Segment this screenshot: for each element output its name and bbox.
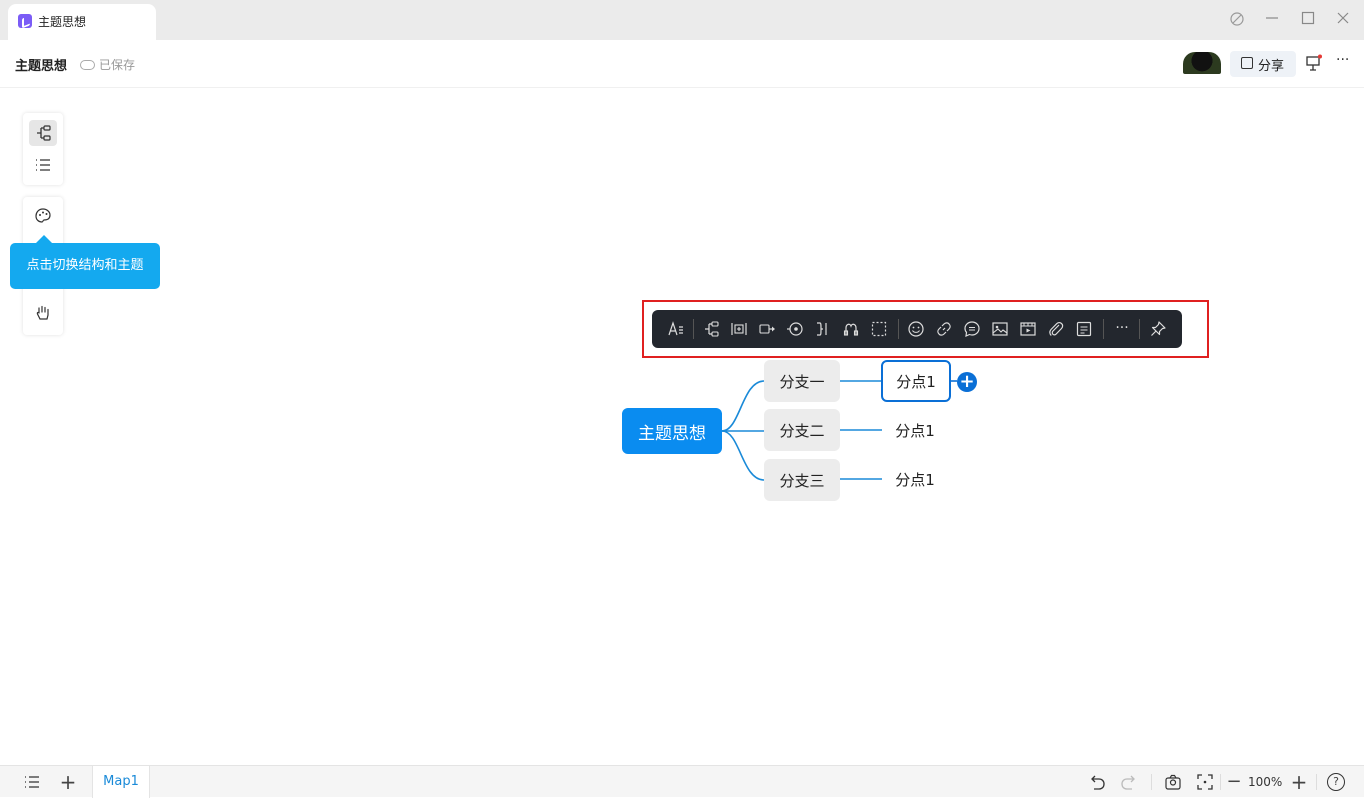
comment-icon[interactable]: [961, 318, 983, 340]
add-sibling-topic-icon[interactable]: [728, 318, 750, 340]
fit-screen-icon[interactable]: [1196, 773, 1214, 791]
emoji-icon[interactable]: [905, 318, 927, 340]
more-tools-button[interactable]: ···: [1111, 318, 1133, 340]
branch-topic-1[interactable]: 分支一: [764, 360, 840, 402]
pin-icon[interactable]: [1147, 318, 1169, 340]
sheet-tab-map1[interactable]: Map1: [92, 766, 150, 798]
subtopic-3[interactable]: 分点1: [880, 458, 950, 500]
zoom-out-button[interactable]: −: [1225, 773, 1243, 791]
subtopic-2[interactable]: 分点1: [880, 409, 950, 451]
list-icon: [25, 776, 39, 788]
add-subtopic-icon[interactable]: [700, 318, 722, 340]
node-format-toolbar: ···: [652, 310, 1182, 348]
sheet-list-button[interactable]: [23, 773, 41, 791]
subtopic-1-selected[interactable]: 分点1: [881, 360, 951, 402]
boundary-icon[interactable]: [868, 318, 890, 340]
redo-icon[interactable]: [1120, 773, 1138, 791]
add-sheet-button[interactable]: +: [59, 772, 77, 792]
add-child-topic-icon[interactable]: [756, 318, 778, 340]
bottom-bar: + Map1 − 100% + ?: [0, 765, 1364, 798]
attachment-icon[interactable]: [1045, 318, 1067, 340]
branch-topic-2[interactable]: 分支二: [764, 409, 840, 451]
locate-center-icon[interactable]: [1164, 773, 1182, 791]
root-topic[interactable]: 主题思想: [622, 408, 722, 454]
floating-topic-icon[interactable]: [784, 318, 806, 340]
summary-icon[interactable]: [812, 318, 834, 340]
zoom-in-button[interactable]: +: [1290, 772, 1308, 792]
help-button[interactable]: ?: [1327, 773, 1345, 791]
zoom-level[interactable]: 100%: [1248, 775, 1282, 789]
note-icon[interactable]: [1073, 318, 1095, 340]
text-style-icon[interactable]: [665, 318, 687, 340]
add-subtopic-button[interactable]: +: [957, 372, 977, 392]
link-icon[interactable]: [933, 318, 955, 340]
connector-root-branch-1: [721, 380, 765, 432]
mindmap-connectors: [721, 380, 957, 481]
relationship-icon[interactable]: [840, 318, 862, 340]
branch-topic-3[interactable]: 分支三: [764, 459, 840, 501]
video-icon[interactable]: [1017, 318, 1039, 340]
connector-root-branch-3: [721, 430, 765, 481]
undo-icon[interactable]: [1088, 773, 1106, 791]
image-icon[interactable]: [989, 318, 1011, 340]
